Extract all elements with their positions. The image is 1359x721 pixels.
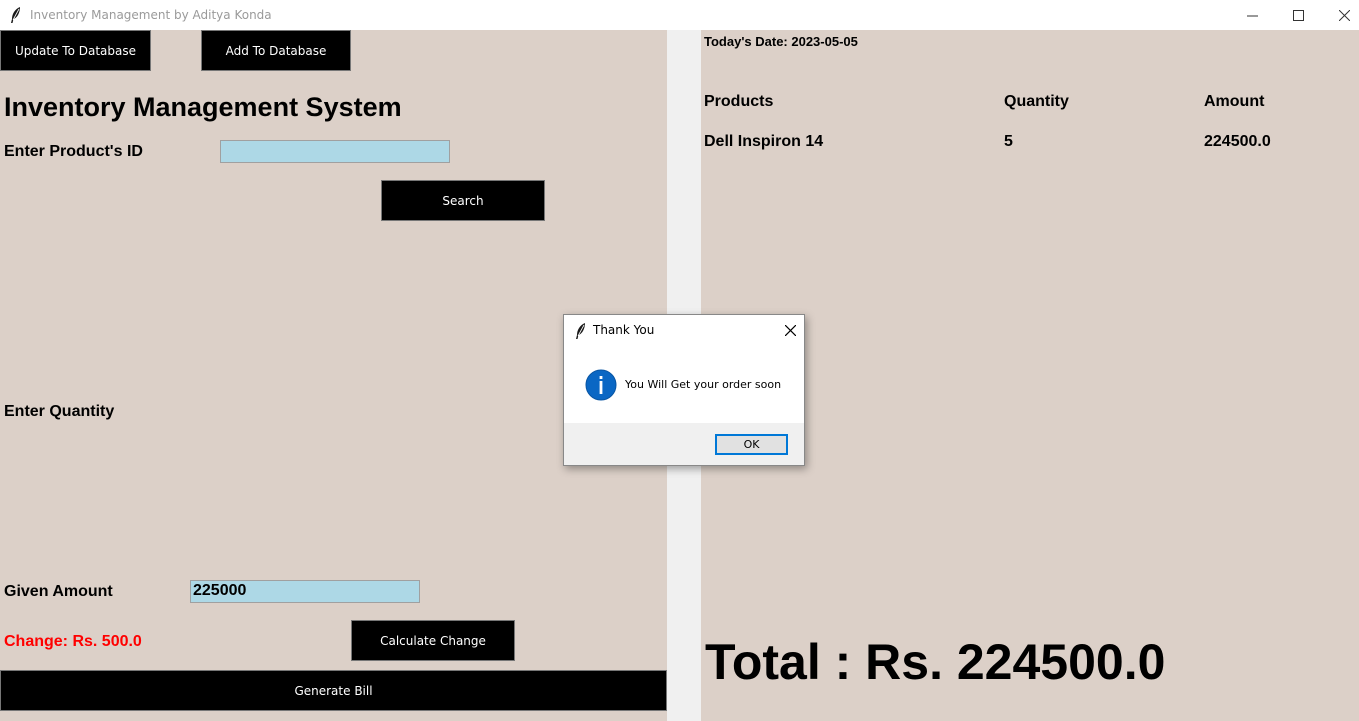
product-id-label: Enter Product's ID: [4, 143, 143, 160]
total-label: Total : Rs. 224500.0: [705, 634, 1166, 690]
product-id-input[interactable]: [220, 140, 450, 163]
row-quantity: 5: [1004, 133, 1013, 150]
search-button[interactable]: Search: [381, 180, 545, 221]
minimize-button[interactable]: [1229, 0, 1275, 30]
update-database-button[interactable]: Update To Database: [0, 30, 151, 71]
row-amount: 224500.0: [1204, 133, 1271, 150]
quantity-label: Enter Quantity: [4, 403, 115, 420]
given-amount-input[interactable]: 225000: [190, 580, 420, 603]
generate-bill-button[interactable]: Generate Bill: [0, 670, 667, 711]
feather-icon: [576, 323, 585, 339]
info-icon: [585, 369, 617, 401]
dialog-title: Thank You: [593, 323, 655, 337]
maximize-icon: [1292, 9, 1304, 21]
row-product: Dell Inspiron 14: [704, 133, 824, 150]
close-icon: [784, 324, 796, 336]
change-text: Change: Rs. 500.0: [4, 633, 142, 650]
close-icon: [1338, 9, 1350, 21]
maximize-button[interactable]: [1275, 0, 1321, 30]
window-title: Inventory Management by Aditya Konda: [30, 8, 272, 22]
ok-button[interactable]: OK: [715, 434, 788, 455]
dialog-message: You Will Get your order soon: [625, 378, 782, 391]
dialog-close-button[interactable]: [778, 319, 802, 341]
thank-you-dialog: Thank You You Will Get your order soon O…: [563, 314, 805, 466]
add-database-button[interactable]: Add To Database: [201, 30, 351, 71]
header-products: Products: [704, 93, 774, 110]
minimize-icon: [1246, 15, 1258, 16]
calculate-change-button[interactable]: Calculate Change: [351, 620, 515, 661]
given-amount-label: Given Amount: [4, 583, 113, 600]
close-window-button[interactable]: [1321, 0, 1359, 30]
page-title: Inventory Management System: [4, 92, 402, 122]
header-quantity: Quantity: [1004, 93, 1069, 110]
title-bar: Inventory Management by Aditya Konda: [0, 0, 1359, 30]
date-label: Today's Date: 2023-05-05: [704, 34, 858, 49]
feather-icon: [11, 7, 20, 23]
header-amount: Amount: [1204, 93, 1265, 110]
